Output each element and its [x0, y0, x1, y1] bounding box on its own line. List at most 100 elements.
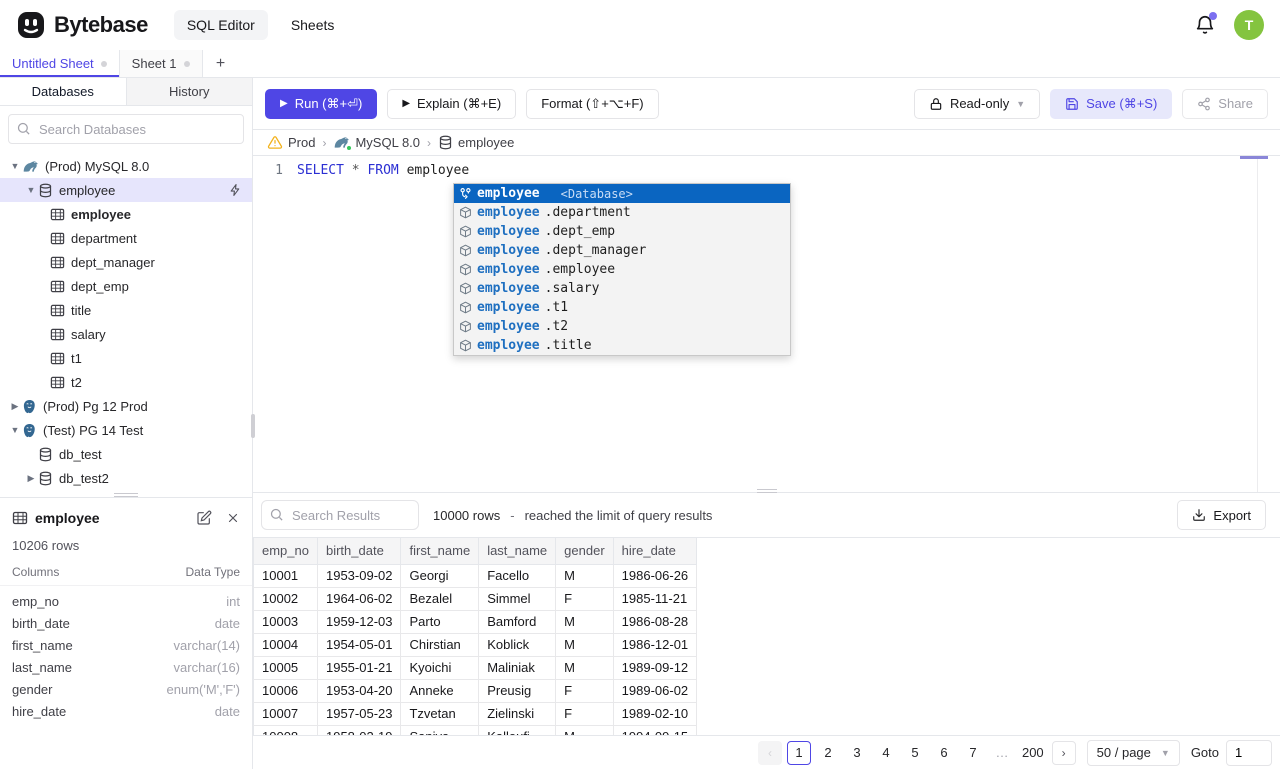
cell-last_name[interactable]: Zielinski [478, 702, 557, 726]
cell-birth_date[interactable]: 1955-01-21 [317, 656, 402, 680]
cell-first_name[interactable]: Tzvetan [400, 702, 480, 726]
suggestion-employee-t1[interactable]: employee .t1 [454, 298, 790, 317]
search-results-input[interactable] [261, 500, 419, 530]
cell-birth_date[interactable]: 1964-06-02 [317, 587, 402, 611]
suggestion-employee-salary[interactable]: employee .salary [454, 279, 790, 298]
cell-birth_date[interactable]: 1957-05-23 [317, 702, 402, 726]
schema-column-first_name[interactable]: first_name varchar(14) [0, 634, 252, 656]
sidebar-resize-handle[interactable] [251, 414, 255, 438]
tree-item-employee[interactable]: ▼ employee [0, 178, 252, 202]
tree-item-dept-manager[interactable]: dept_manager [0, 250, 252, 274]
editor-minimap[interactable] [1240, 156, 1280, 492]
readonly-mode-select[interactable]: Read-only ▼ [913, 88, 1041, 119]
cell-hire_date[interactable]: 1985-11-21 [613, 587, 698, 611]
cell-emp_no[interactable]: 10008 [253, 725, 318, 735]
pagination-page-200[interactable]: 200 [1019, 741, 1047, 765]
cell-last_name[interactable]: Simmel [478, 587, 557, 611]
cell-birth_date[interactable]: 1953-04-20 [317, 679, 402, 703]
explain-button[interactable]: ▶ Explain (⌘+E) [387, 88, 517, 119]
cell-hire_date[interactable]: 1986-12-01 [613, 633, 698, 657]
cell-last_name[interactable]: Kalloufi [478, 725, 557, 735]
cell-first_name[interactable]: Parto [400, 610, 480, 634]
tree-item-db-test2[interactable]: ▶ db_test2 [0, 466, 252, 490]
cell-emp_no[interactable]: 10005 [253, 656, 318, 680]
format-button[interactable]: Format (⇧+⌥+F) [526, 88, 659, 119]
tree-item-salary[interactable]: salary [0, 322, 252, 346]
cell-emp_no[interactable]: 10007 [253, 702, 318, 726]
cell-gender[interactable]: M [555, 633, 614, 657]
schema-column-emp_no[interactable]: emp_no int [0, 590, 252, 612]
cell-last_name[interactable]: Bamford [478, 610, 557, 634]
cell-first_name[interactable]: Saniya [400, 725, 480, 735]
cell-last_name[interactable]: Koblick [478, 633, 557, 657]
cell-emp_no[interactable]: 10001 [253, 564, 318, 588]
panel-drag-handle[interactable] [114, 491, 138, 499]
pagination-prev-button[interactable]: ‹ [757, 740, 782, 765]
cell-first_name[interactable]: Kyoichi [400, 656, 480, 680]
cell-hire_date[interactable]: 1989-09-12 [613, 656, 698, 680]
cell-hire_date[interactable]: 1994-09-15 [613, 725, 698, 735]
tree-item-db-test[interactable]: db_test [0, 442, 252, 466]
cell-hire_date[interactable]: 1986-08-28 [613, 610, 698, 634]
caret-right-icon[interactable]: ▶ [8, 401, 22, 412]
cell-birth_date[interactable]: 1959-12-03 [317, 610, 402, 634]
goto-page-input[interactable] [1226, 739, 1272, 766]
close-icon[interactable] [226, 511, 240, 525]
export-button[interactable]: Export [1177, 500, 1266, 530]
cell-gender[interactable]: F [555, 679, 614, 703]
pagination-page-1[interactable]: 1 [786, 740, 811, 765]
tree-item-title[interactable]: title [0, 298, 252, 322]
tree-item--test-pg-14-test[interactable]: ▼ (Test) PG 14 Test [0, 418, 252, 442]
schema-column-hire_date[interactable]: hire_date date [0, 700, 252, 722]
tree-item--prod-pg-12-prod[interactable]: ▶ (Prod) Pg 12 Prod [0, 394, 252, 418]
suggestion-employee[interactable]: employee <Database> [454, 184, 790, 203]
suggestion-employee-dept-emp[interactable]: employee .dept_emp [454, 222, 790, 241]
suggestion-employee-employee[interactable]: employee .employee [454, 260, 790, 279]
edit-icon[interactable] [196, 510, 212, 526]
cell-hire_date[interactable]: 1989-06-02 [613, 679, 698, 703]
cell-first_name[interactable]: Georgi [400, 564, 480, 588]
sheet-tab-untitled[interactable]: Untitled Sheet [0, 50, 119, 77]
cell-first_name[interactable]: Bezalel [400, 587, 480, 611]
caret-down-icon[interactable]: ▼ [8, 161, 22, 171]
cell-emp_no[interactable]: 10002 [253, 587, 318, 611]
search-databases-input[interactable] [8, 114, 244, 144]
avatar[interactable]: T [1234, 10, 1264, 40]
pagination-page-3[interactable]: 3 [845, 741, 869, 765]
cell-gender[interactable]: M [555, 656, 614, 680]
schema-column-last_name[interactable]: last_name varchar(16) [0, 656, 252, 678]
cell-emp_no[interactable]: 10006 [253, 679, 318, 703]
save-button[interactable]: Save (⌘+S) [1050, 88, 1173, 119]
cell-hire_date[interactable]: 1989-02-10 [613, 702, 698, 726]
page-size-select[interactable]: 50 / page ▼ [1086, 739, 1180, 766]
schema-column-birth_date[interactable]: birth_date date [0, 612, 252, 634]
pagination-page-5[interactable]: 5 [903, 741, 927, 765]
caret-down-icon[interactable]: ▼ [8, 425, 22, 435]
suggestion-employee-title[interactable]: employee .title [454, 336, 790, 355]
notification-bell-icon[interactable] [1194, 12, 1217, 36]
tree-item-department[interactable]: department [0, 226, 252, 250]
pagination-next-button[interactable]: › [1051, 740, 1076, 765]
results-resize-handle[interactable] [756, 487, 777, 495]
tree-item--prod-mysql-8-0[interactable]: ▼ (Prod) MySQL 8.0 [0, 154, 252, 178]
add-sheet-button[interactable]: + [203, 50, 239, 77]
cell-birth_date[interactable]: 1954-05-01 [317, 633, 402, 657]
cell-first_name[interactable]: Chirstian [400, 633, 480, 657]
cell-emp_no[interactable]: 10004 [253, 633, 318, 657]
tree-item-t1[interactable]: t1 [0, 346, 252, 370]
suggestion-employee-department[interactable]: employee .department [454, 203, 790, 222]
topnav-sql-editor[interactable]: SQL Editor [173, 10, 268, 40]
cell-gender[interactable]: M [555, 564, 614, 588]
topnav-sheets[interactable]: Sheets [278, 10, 348, 40]
cell-last_name[interactable]: Facello [478, 564, 557, 588]
sheet-tab-sheet1[interactable]: Sheet 1 [118, 50, 203, 77]
cell-gender[interactable]: F [555, 587, 614, 611]
suggestion-employee-dept-manager[interactable]: employee .dept_manager [454, 241, 790, 260]
cell-last_name[interactable]: Preusig [478, 679, 557, 703]
caret-right-icon[interactable]: ▶ [24, 473, 38, 484]
schema-column-gender[interactable]: gender enum('M','F') [0, 678, 252, 700]
breadcrumb-item-prod[interactable]: Prod [267, 135, 315, 150]
cell-hire_date[interactable]: 1986-06-26 [613, 564, 698, 588]
cell-gender[interactable]: M [555, 610, 614, 634]
tab-history[interactable]: History [126, 78, 252, 105]
